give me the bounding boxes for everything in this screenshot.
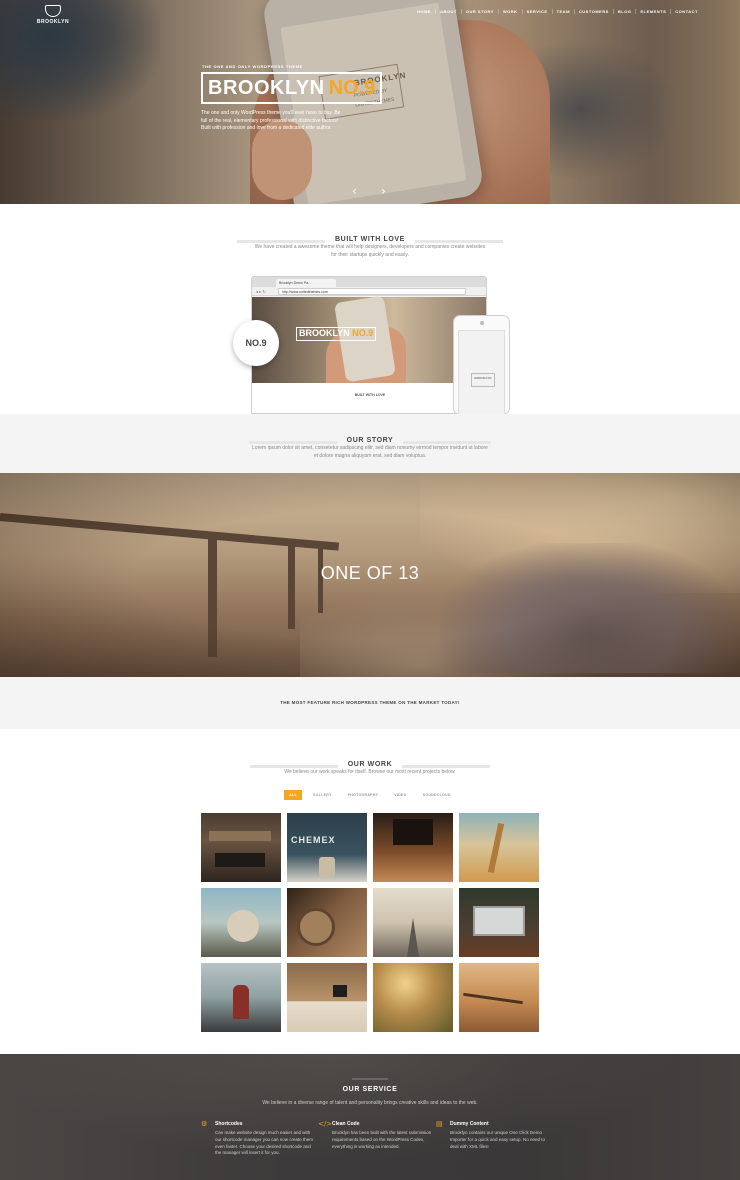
work-title: OUR WORK (249, 761, 491, 768)
filter-video[interactable]: VIDEO (389, 790, 411, 800)
shield-icon (45, 5, 61, 17)
story-title: OUR STORY (248, 437, 492, 444)
nav-item-service[interactable]: SERVICE (523, 9, 553, 14)
mobile-mockup: BROOKLYN (453, 315, 510, 416)
browser-page-preview: BROOKLYN NO.9 (252, 295, 486, 383)
browser-nav-icon: ◂ ▸ ↻ (256, 289, 266, 294)
browser-url: http://www.unitedthemes.com (278, 288, 466, 295)
nav-item-our-story[interactable]: OUR STORY (462, 9, 499, 14)
portfolio-item-cafe-interior[interactable] (201, 813, 281, 882)
browser-mockup: Brooklyn Demo Pa... ◂ ▸ ↻ http://www.uni… (251, 276, 487, 414)
gear-icon: ⚙ (201, 1120, 208, 1128)
feature-text: THE MOST FEATURE RICH WORDPRESS THEME ON… (280, 700, 460, 705)
code-icon: </> (318, 1120, 333, 1128)
filter-photography[interactable]: PHOTOGRAPHY (343, 790, 384, 800)
hero-title: BROOKLYN NO.9 (201, 72, 383, 104)
service-title: OUR SERVICE (342, 1086, 398, 1093)
browser-preview-title: BROOKLYN NO.9 (296, 327, 377, 341)
browser-preview-section: BUILT WITH LOVE (354, 393, 386, 397)
work-subtitle: We believe our work speaks for itself. B… (284, 769, 456, 775)
built-title: BUILT WITH LOVE (237, 236, 503, 243)
hero-description: The one and only WordPress theme you'll … (201, 110, 341, 131)
service-section: OUR SERVICE We believe in a diverse rang… (0, 1054, 740, 1180)
portfolio-item-wood-logs[interactable] (287, 888, 367, 957)
document-icon: ▤ (436, 1120, 443, 1128)
hero-kicker: THE ONE AND ONLY WORDPRESS THEME (202, 64, 303, 69)
nav-item-blog[interactable]: BLOG (614, 9, 637, 14)
parallax-scene: ONE OF 13 (0, 473, 740, 677)
browser-tab: Brooklyn Demo Pa... (276, 279, 336, 287)
portfolio-grid: CHEMEX (201, 813, 539, 1032)
portfolio-item-chemex-coffee[interactable]: CHEMEX (287, 813, 367, 882)
brand-logo[interactable]: BROOKLYN (36, 5, 70, 25)
portfolio-item-wooden-floor[interactable] (373, 813, 453, 882)
portfolio-filters: ALL GALLERY PHOTOGRAPHY VIDEO SOUNDCLOUD (0, 790, 740, 800)
nav-item-elements[interactable]: ELEMENTS (636, 9, 672, 14)
hero-section: BROOKLYN POWERED BY UNITEDTHEMES BROOKLY… (0, 0, 740, 204)
nav-item-contact[interactable]: CONTACT (671, 9, 702, 14)
portfolio-item-camera-table[interactable] (287, 963, 367, 1032)
nav-item-customers[interactable]: CUSTOMERS (575, 9, 614, 14)
filter-soundcloud[interactable]: SOUNDCLOUD (418, 790, 456, 800)
main-nav: HOME ABOUT OUR STORY WORK SERVICE TEAM C… (413, 9, 702, 14)
feature-band: THE MOST FEATURE RICH WORDPRESS THEME ON… (0, 677, 740, 729)
portfolio-item-laptop-desk[interactable] (459, 888, 539, 957)
service-subtitle: We believe in a diverse range of talent … (262, 1100, 478, 1106)
filter-all[interactable]: ALL (284, 790, 302, 800)
portfolio-item-wheat-field[interactable] (459, 813, 539, 882)
portfolio-item-fence-field[interactable] (459, 963, 539, 1032)
filter-gallery[interactable]: GALLERY (308, 790, 337, 800)
portfolio-item-dog-on-bridge[interactable] (201, 888, 281, 957)
story-subtitle: Lorem ipsum dolor sit amet, consetetur s… (252, 445, 488, 459)
chevron-left-icon[interactable]: ‹ (352, 184, 357, 198)
no9-badge: NO.9 (233, 320, 279, 366)
portfolio-item-sunset-grass[interactable] (373, 963, 453, 1032)
nav-item-about[interactable]: ABOUT (436, 9, 462, 14)
built-subtitle: We have created a awesome theme that wil… (254, 244, 486, 258)
chevron-right-icon[interactable]: › (381, 184, 386, 198)
nav-item-team[interactable]: TEAM (553, 9, 575, 14)
nav-item-work[interactable]: WORK (499, 9, 523, 14)
scene-title: ONE OF 13 (320, 563, 420, 583)
portfolio-item-hiker-waterfall[interactable] (201, 963, 281, 1032)
nav-item-home[interactable]: HOME (413, 9, 437, 14)
portfolio-item-misty-road[interactable] (373, 888, 453, 957)
